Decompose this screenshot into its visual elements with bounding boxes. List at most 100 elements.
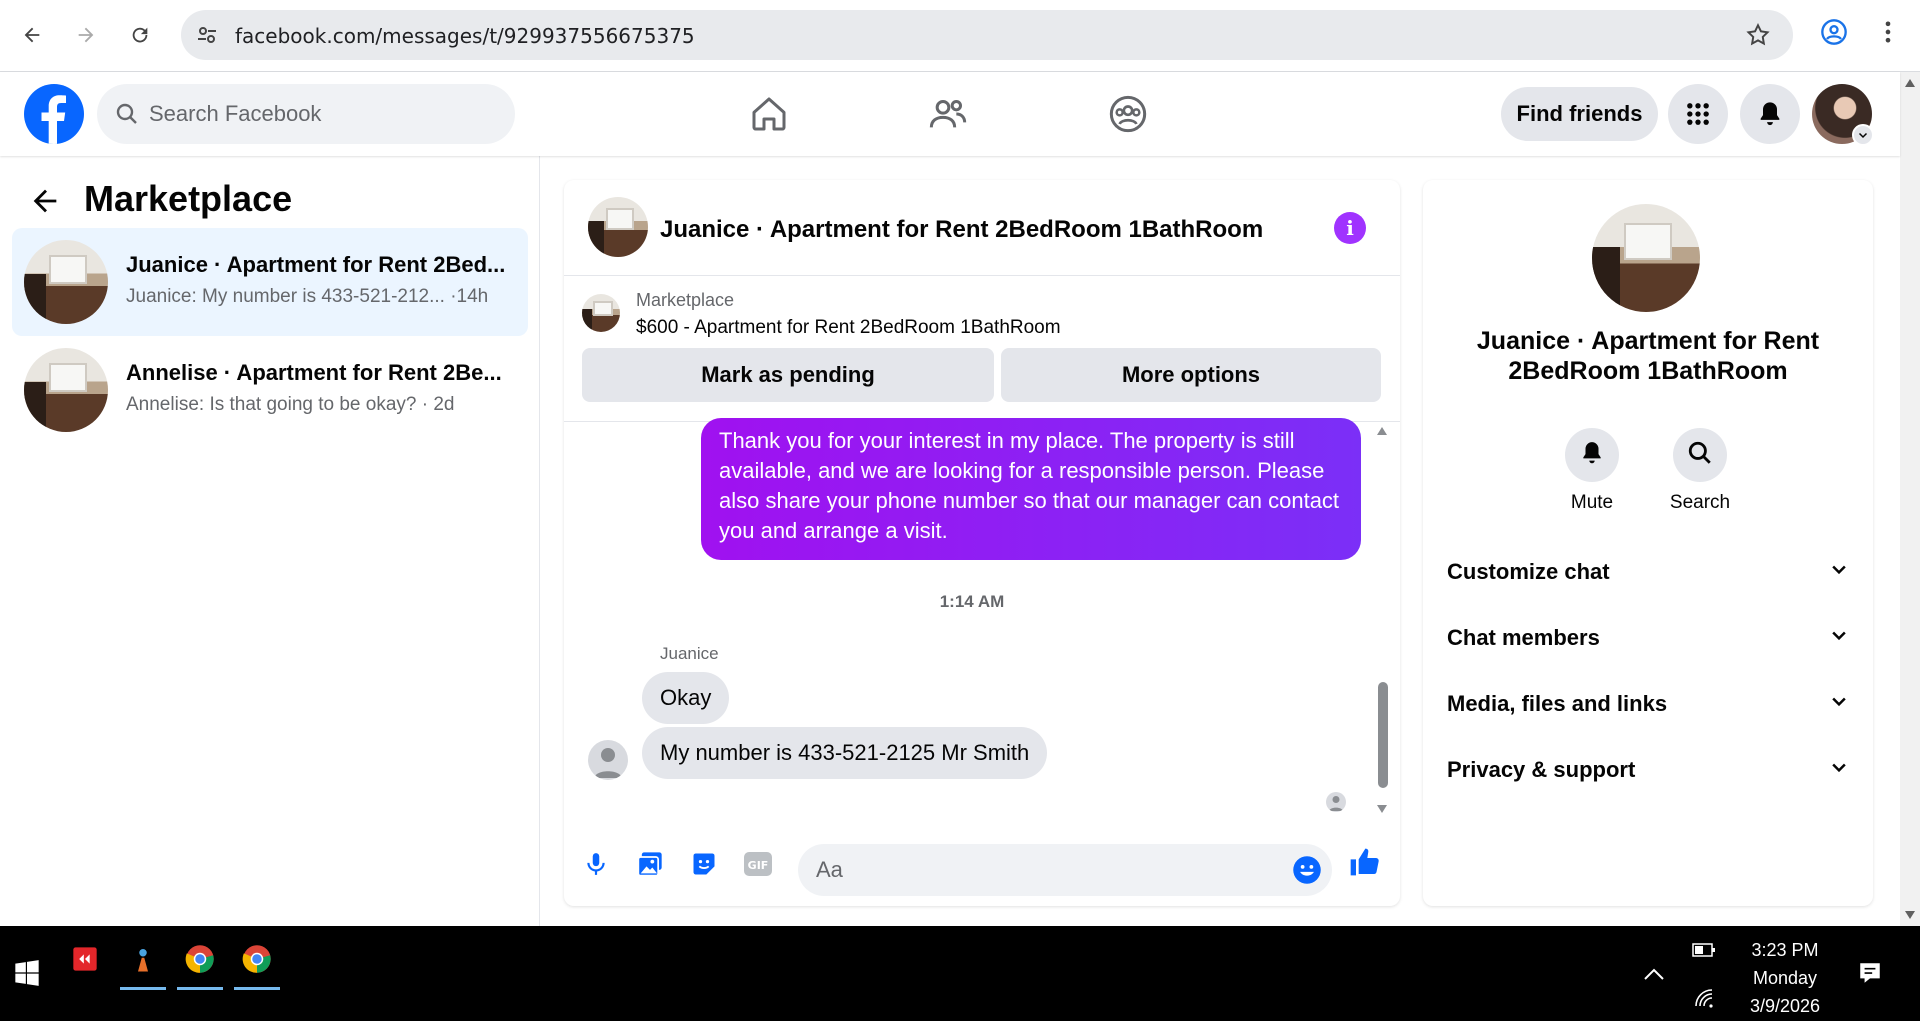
chevron-down-icon xyxy=(1829,691,1849,717)
conversation-item[interactable]: Annelise · Apartment for Rent 2Be... Ann… xyxy=(12,336,528,444)
conversation-snippet: Annelise: Is that going to be okay? · 2d xyxy=(126,394,455,415)
back-arrow-icon[interactable] xyxy=(28,184,62,223)
search-icon xyxy=(1687,440,1713,471)
scrollbar-thumb[interactable] xyxy=(1378,682,1388,788)
clock-day: Monday xyxy=(1752,968,1818,988)
outgoing-message[interactable]: Thank you for your interest in my place.… xyxy=(701,418,1361,560)
info-icon[interactable]: i xyxy=(1334,212,1366,244)
search-conversation-button[interactable]: Search xyxy=(1655,428,1745,514)
profile-icon[interactable] xyxy=(1820,18,1848,51)
read-receipt-avatar xyxy=(1326,792,1346,812)
chat-panel: Juanice · Apartment for Rent 2BedRoom 1B… xyxy=(564,180,1400,906)
sender-avatar[interactable] xyxy=(588,740,628,780)
page-scrollbar[interactable] xyxy=(1900,72,1920,926)
back-icon[interactable] xyxy=(14,17,50,53)
wifi-icon[interactable] xyxy=(1694,988,1716,1015)
friends-icon[interactable] xyxy=(924,90,972,138)
forward-icon[interactable] xyxy=(68,17,104,53)
url-text: facebook.com/messages/t/929937556675375 xyxy=(235,24,695,48)
bell-icon xyxy=(1579,440,1605,471)
chat-title[interactable]: Juanice · Apartment for Rent 2BedRoom 1B… xyxy=(660,216,1263,244)
section-label: Customize chat xyxy=(1447,559,1610,584)
chevron-up-icon[interactable] xyxy=(1643,966,1665,987)
section-label: Media, files and links xyxy=(1447,691,1668,716)
conversation-info-panel: Juanice · Apartment for Rent 2BedRoom 1B… xyxy=(1423,180,1873,906)
reload-icon[interactable] xyxy=(122,17,158,53)
menu-grid-icon[interactable] xyxy=(1668,84,1728,144)
chat-header: Juanice · Apartment for Rent 2BedRoom 1B… xyxy=(564,180,1400,276)
marketplace-sidebar: Marketplace Juanice · Apartment for Rent… xyxy=(0,156,540,926)
app-icon[interactable] xyxy=(58,934,112,984)
home-icon[interactable] xyxy=(745,90,793,138)
message-list: Thank you for your interest in my place.… xyxy=(564,418,1400,822)
notifications-bell-icon[interactable] xyxy=(1740,84,1800,144)
sticker-icon[interactable] xyxy=(686,846,722,882)
gif-icon[interactable]: GIF xyxy=(740,846,776,882)
conversation-item[interactable]: Juanice · Apartment for Rent 2Bed... Jua… xyxy=(12,228,528,336)
search-input[interactable] xyxy=(149,84,489,144)
conversation-name: Annelise · Apartment for Rent 2Be... xyxy=(126,360,502,385)
mute-button[interactable]: Mute xyxy=(1547,428,1637,514)
more-options-button[interactable]: More options xyxy=(1001,348,1381,402)
clock-time: 3:23 PM xyxy=(1751,940,1819,960)
conversation-snippet: Juanice: My number is 433-521-212... ·14… xyxy=(126,286,489,307)
marketplace-listing-bar: Marketplace $600 - Apartment for Rent 2B… xyxy=(564,276,1400,422)
chevron-down-icon xyxy=(1829,559,1849,585)
system-clock[interactable]: 3:23 PM Monday 3/9/2026 xyxy=(1740,936,1830,1020)
clock-date: 3/9/2026 xyxy=(1749,996,1821,1016)
chat-thumbnail[interactable] xyxy=(588,197,648,257)
message-input[interactable] xyxy=(816,844,1256,896)
listing-thumbnail[interactable] xyxy=(582,294,620,332)
chrome-icon[interactable] xyxy=(230,934,284,990)
customize-chat-section[interactable]: Customize chat xyxy=(1447,548,1849,596)
bookmark-star-icon[interactable] xyxy=(1745,22,1771,53)
facebook-logo[interactable] xyxy=(24,84,84,144)
message-timestamp: 1:14 AM xyxy=(939,592,1005,611)
mark-as-pending-button[interactable]: Mark as pending xyxy=(582,348,994,402)
media-files-links-section[interactable]: Media, files and links xyxy=(1447,680,1849,728)
groups-icon[interactable] xyxy=(1104,90,1152,138)
browser-toolbar: facebook.com/messages/t/929937556675375 xyxy=(0,0,1920,72)
chat-members-section[interactable]: Chat members xyxy=(1447,614,1849,662)
browser-menu-icon[interactable] xyxy=(1874,18,1902,51)
section-label: Chat members xyxy=(1447,625,1600,650)
chevron-down-icon[interactable] xyxy=(1852,124,1874,146)
incoming-message[interactable]: Okay xyxy=(642,672,730,724)
listing-photo[interactable] xyxy=(1592,204,1700,312)
find-friends-button[interactable]: Find friends xyxy=(1501,87,1658,141)
privacy-support-section[interactable]: Privacy & support xyxy=(1447,746,1849,794)
facebook-search[interactable] xyxy=(97,84,515,144)
thumbs-up-icon[interactable] xyxy=(1346,844,1382,880)
chrome-icon[interactable] xyxy=(173,934,227,990)
listing-thumbnail xyxy=(24,348,108,432)
section-label: Privacy & support xyxy=(1447,757,1636,782)
incoming-message[interactable]: My number is 433-521-2125 Mr Smith xyxy=(642,727,1048,779)
search-icon xyxy=(115,102,139,131)
sidebar-title: Marketplace xyxy=(84,178,293,219)
listing-title[interactable]: $600 - Apartment for Rent 2BedRoom 1Bath… xyxy=(636,317,1061,339)
marketplace-label: Marketplace xyxy=(636,290,735,310)
battery-icon[interactable] xyxy=(1692,942,1716,963)
message-input-box[interactable] xyxy=(798,844,1332,896)
listing-thumbnail xyxy=(24,240,108,324)
notifications-icon[interactable] xyxy=(1857,960,1883,991)
app-icon[interactable] xyxy=(116,934,170,990)
mute-label: Mute xyxy=(1570,492,1614,513)
conversation-name: Juanice · Apartment for Rent 2Bed... xyxy=(126,252,506,277)
message-composer: GIF xyxy=(564,822,1400,906)
message-scrollbar[interactable] xyxy=(1375,422,1389,822)
emoji-icon[interactable] xyxy=(1292,855,1322,890)
search-label: Search xyxy=(1669,492,1731,513)
photo-icon[interactable] xyxy=(632,846,668,882)
sender-name: Juanice xyxy=(660,644,719,663)
chevron-down-icon xyxy=(1829,757,1849,783)
info-title: Juanice · Apartment for Rent 2BedRoom 1B… xyxy=(1476,327,1820,385)
svg-text:GIF: GIF xyxy=(748,859,769,872)
address-bar[interactable]: facebook.com/messages/t/929937556675375 xyxy=(181,10,1793,60)
chevron-down-icon xyxy=(1829,625,1849,651)
windows-taskbar: 3:23 PM Monday 3/9/2026 xyxy=(0,926,1920,1021)
facebook-header: Find friends xyxy=(0,72,1900,156)
site-info-icon[interactable] xyxy=(195,23,219,52)
windows-start-icon[interactable] xyxy=(0,948,54,998)
microphone-icon[interactable] xyxy=(578,846,614,882)
